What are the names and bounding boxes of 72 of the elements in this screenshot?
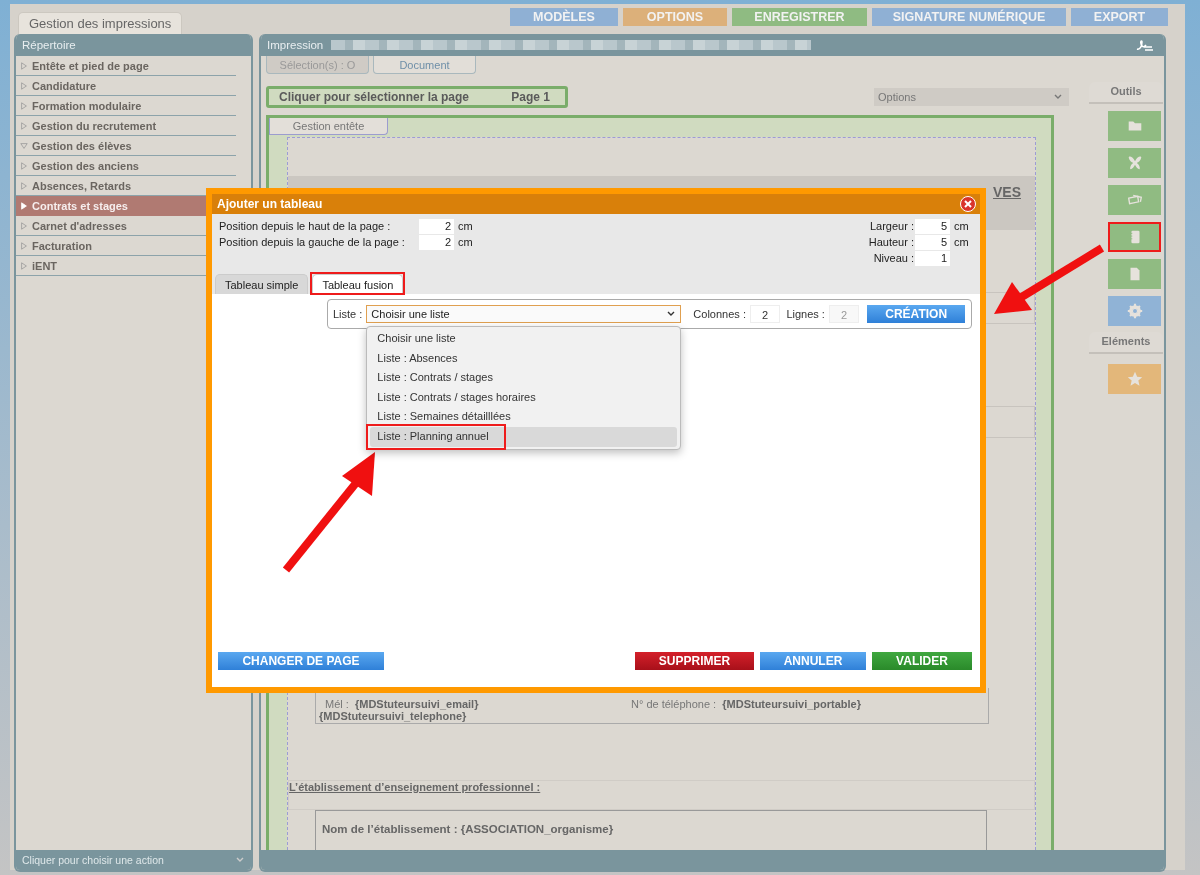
sidebar-item[interactable]: Gestion des anciens — [16, 156, 236, 176]
signature-icon[interactable] — [1134, 38, 1154, 52]
tool-button[interactable] — [1108, 259, 1161, 289]
field-line: Nom de l’établissement : {ASSOCIATION_organisme} — [322, 823, 614, 835]
unit-label: cm — [458, 236, 473, 248]
page-number: Page 1 — [511, 90, 550, 104]
app-tab[interactable]: Gestion des impressions — [18, 12, 183, 34]
unit-label: cm — [954, 220, 969, 232]
field-line: {MDStuteursuivi_telephone} — [319, 710, 468, 722]
dialog-button[interactable]: ANNULER — [760, 652, 866, 670]
dropdown-option[interactable]: Choisir une liste — [370, 329, 678, 349]
dialog-button[interactable]: SUPPRIMER — [635, 652, 754, 670]
sidebar-item[interactable]: Formation modulaire — [16, 96, 236, 116]
panel-tab-button[interactable]: Document — [373, 56, 476, 74]
unit-label: cm — [458, 220, 473, 232]
caret-down-icon — [20, 141, 28, 150]
tool-button[interactable] — [1108, 296, 1161, 326]
caret-right-icon — [20, 121, 28, 130]
panel-title: Impression — [267, 38, 324, 53]
dropdown-option[interactable]: Liste : Contrats / stages — [370, 368, 678, 388]
number-field[interactable]: 5 — [915, 218, 950, 234]
options-select[interactable]: Options — [874, 88, 1069, 106]
close-icon[interactable] — [960, 196, 976, 212]
field-line: N° de téléphone : {MDStuteursuivi_portable} — [630, 698, 862, 710]
tool-button[interactable] — [1108, 185, 1161, 215]
caret-right-icon — [20, 241, 28, 250]
number-field[interactable]: 5 — [915, 234, 950, 250]
star-icon — [1125, 370, 1144, 388]
sidebar-item[interactable]: Gestion des élèves — [16, 136, 236, 156]
sidebar-item[interactable]: Candidature — [16, 76, 236, 96]
section-title: L’établissement d’enseignement professionnel : — [289, 781, 541, 793]
caret-right-icon — [20, 161, 28, 170]
field-label: Colonnes : — [693, 308, 746, 320]
caret-right-icon — [20, 81, 28, 90]
action-select[interactable]: Cliquer pour choisir une action — [16, 850, 251, 870]
section-tab[interactable]: Gestion entête — [269, 118, 388, 135]
caret-right-icon — [20, 181, 28, 190]
tab[interactable]: Tableau simple — [215, 274, 309, 294]
caret-right-icon — [20, 101, 28, 110]
page-select-bar[interactable]: Cliquer pour sélectionner la page Page 1 — [266, 86, 568, 108]
caret-right-icon — [20, 201, 28, 210]
field-label: Liste : — [333, 308, 363, 320]
element-button[interactable] — [1108, 364, 1161, 394]
dropdown-option[interactable]: Liste : Absences — [370, 348, 678, 369]
field-label: Largeur : — [869, 220, 914, 232]
gear-icon — [1125, 302, 1144, 320]
field-label: Niveau : — [873, 252, 914, 264]
field-label: Lignes : — [786, 308, 825, 320]
number-field[interactable]: 2 — [419, 218, 454, 234]
sidebar-item[interactable]: Entête et pied de page — [16, 56, 236, 76]
unit-label: cm — [954, 236, 969, 248]
dialog-button[interactable]: VALIDER — [872, 652, 972, 670]
number-field[interactable]: 2 — [419, 234, 454, 250]
tool-button[interactable] — [1108, 148, 1161, 178]
tool-button[interactable] — [1108, 111, 1161, 141]
caret-right-icon — [20, 61, 28, 70]
tool-button[interactable] — [1108, 222, 1161, 252]
field-line: Mél : {MDStuteursuivi_email} — [324, 698, 480, 710]
list-select[interactable]: Choisir une liste — [366, 305, 682, 323]
dialog-button[interactable]: CHANGER DE PAGE — [218, 652, 384, 670]
dropdown-option[interactable]: Liste : Contrats / stages horaires — [370, 387, 678, 408]
tab[interactable]: Tableau fusion — [312, 274, 404, 294]
sidebar-header: Répertoire — [16, 34, 251, 56]
dropdown-option[interactable]: Liste : Semaines détailllées — [370, 407, 678, 427]
heading-text: VES — [993, 184, 1021, 202]
caret-right-icon — [20, 261, 28, 270]
number-field[interactable]: 2 — [749, 305, 781, 323]
field-label: Hauteur : — [868, 236, 914, 248]
sidebar-item[interactable]: Gestion du recrutement — [16, 116, 236, 136]
number-field[interactable]: 1 — [915, 250, 950, 266]
create-button[interactable]: CRÉATION — [867, 305, 965, 323]
caret-right-icon — [20, 221, 28, 230]
